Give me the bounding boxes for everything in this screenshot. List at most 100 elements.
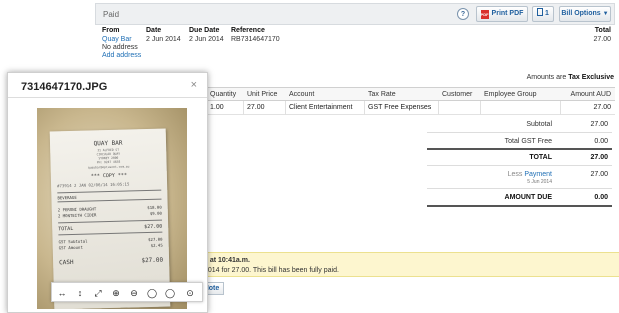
gst-value: 0.00 bbox=[594, 138, 608, 145]
zoom-out-icon[interactable]: ⊖ bbox=[126, 286, 142, 300]
app-root: Paid ? PDF Print PDF 1 Bill Options ▼ From… bbox=[0, 0, 619, 313]
image-toolbar: ↔ ↕ ⤢ ⊕ ⊖ ◯ ◯ ⊙ bbox=[51, 282, 203, 302]
grand-total-value: 27.00 bbox=[590, 154, 608, 161]
totals-divider bbox=[427, 165, 612, 166]
col-employee-group: Employee Group bbox=[484, 91, 537, 98]
subtotal-value: 27.00 bbox=[590, 121, 608, 128]
rotate-right-icon[interactable]: ◯ bbox=[162, 286, 178, 300]
receipt-gst-sub: $27.00 bbox=[148, 236, 163, 243]
notice-line-1: 4 at 10:41a.m. bbox=[204, 257, 250, 264]
date-label: Date bbox=[146, 27, 162, 34]
reference-label: Reference bbox=[231, 27, 265, 34]
receipt-total: $27.00 bbox=[144, 223, 163, 231]
amount-due-value: 0.00 bbox=[594, 194, 608, 201]
tax-mode-note: Amounts are Tax Exclusive bbox=[527, 74, 614, 81]
help-icon[interactable]: ? bbox=[457, 8, 469, 20]
due-date-value: 2 Jun 2014 bbox=[189, 36, 224, 43]
receipt-gst-amt-label: GST Amount bbox=[58, 244, 83, 251]
pdf-icon: PDF bbox=[480, 10, 489, 19]
row-unit-price: 27.00 bbox=[247, 104, 265, 111]
from-contact-link[interactable]: Quay Bar bbox=[102, 36, 132, 43]
grand-total-label: TOTAL bbox=[529, 154, 552, 161]
receipt-rule bbox=[57, 189, 162, 194]
receipt-gst-sub-label: GST Subtotal bbox=[58, 238, 88, 245]
print-pdf-label: Print PDF bbox=[491, 10, 524, 17]
col-tax-rate: Tax Rate bbox=[368, 91, 396, 98]
receipt-txn: #73914 2 JAN 02/06/14 16:05:15 bbox=[57, 181, 130, 189]
cell-divider bbox=[480, 101, 481, 115]
col-account: Account bbox=[289, 91, 315, 98]
gst-label: Total GST Free bbox=[504, 138, 552, 145]
receipt-cash: $27.00 bbox=[141, 256, 164, 265]
bill-header-bar: Paid ? PDF Print PDF 1 Bill Options ▼ bbox=[95, 3, 615, 25]
totals-divider bbox=[427, 132, 612, 133]
totals-divider bbox=[427, 188, 612, 189]
receipt-item1-price: $18.00 bbox=[147, 204, 162, 211]
add-address-link[interactable]: Add address bbox=[102, 52, 141, 59]
bill-options-label: Bill Options bbox=[561, 10, 601, 17]
viewer-divider bbox=[8, 97, 207, 98]
payment-line: Less Payment bbox=[452, 171, 552, 178]
receipt-gst-amt: $2.45 bbox=[150, 242, 163, 248]
col-customer: Customer bbox=[442, 91, 473, 98]
date-value: 2 Jun 2014 bbox=[146, 36, 181, 43]
attachment-icon bbox=[537, 8, 544, 16]
receipt-copy: *** COPY *** bbox=[90, 172, 128, 180]
totals-divider bbox=[427, 148, 612, 150]
print-pdf-button[interactable]: PDF Print PDF bbox=[476, 6, 528, 22]
col-quantity: Quantity bbox=[210, 91, 237, 98]
row-account: Client Entertainment bbox=[289, 104, 353, 111]
payment-notice: 4 at 10:41a.m. 2014 for 27.00. This bill… bbox=[200, 252, 619, 277]
payment-date: 5 Jun 2014 bbox=[527, 179, 552, 185]
notice-line-2: 2014 for 27.00. This bill has been fully… bbox=[204, 267, 339, 274]
due-date-label: Due Date bbox=[189, 27, 220, 34]
rotate-left-icon[interactable]: ◯ bbox=[144, 286, 160, 300]
table-row[interactable]: 1.00 27.00 Client Entertainment GST Free… bbox=[205, 101, 615, 115]
totals-divider bbox=[427, 205, 612, 207]
reset-icon[interactable]: ⊙ bbox=[182, 286, 198, 300]
total-label: Total bbox=[594, 27, 611, 34]
row-tax-rate: GST Free Expenses bbox=[368, 104, 432, 111]
attachments-count: 1 bbox=[545, 10, 549, 17]
tax-mode-prefix: Amounts are bbox=[526, 74, 567, 81]
row-amount: 27.00 bbox=[593, 104, 611, 111]
payment-link[interactable]: Payment bbox=[524, 171, 552, 178]
amount-due-label: AMOUNT DUE bbox=[504, 194, 552, 201]
chevron-down-icon: ▼ bbox=[602, 11, 609, 17]
less-label: Less bbox=[507, 171, 523, 178]
attachment-viewer: 7314647170.JPG × QUAY BAR 31 ALFRED ST C… bbox=[7, 72, 208, 313]
close-icon[interactable]: × bbox=[191, 79, 197, 91]
bill-options-button[interactable]: Bill Options ▼ bbox=[559, 6, 611, 22]
line-items-header: Quantity Unit Price Account Tax Rate Cus… bbox=[205, 87, 615, 101]
fit-height-icon[interactable]: ↕ bbox=[72, 286, 88, 300]
receipt-rule bbox=[58, 219, 163, 224]
receipt-item2-price: $9.00 bbox=[149, 210, 162, 216]
viewer-filename: 7314647170.JPG bbox=[21, 81, 108, 93]
cell-divider bbox=[243, 101, 244, 115]
reference-value: RB7314647170 bbox=[231, 36, 280, 43]
receipt-item2: 2 MONTEITH CIDER bbox=[57, 212, 97, 219]
bill-status: Paid bbox=[103, 10, 120, 19]
col-unit-price: Unit Price bbox=[247, 91, 278, 98]
receipt-section: BEVERAGE bbox=[57, 194, 77, 201]
cell-divider bbox=[364, 101, 365, 115]
receipt-cash-label: CASH bbox=[59, 258, 74, 267]
receipt-rule bbox=[58, 231, 163, 236]
cell-divider bbox=[285, 101, 286, 115]
from-address: No address bbox=[102, 44, 138, 51]
payment-value: 27.00 bbox=[590, 171, 608, 178]
from-label: From bbox=[102, 27, 120, 34]
cell-divider bbox=[560, 101, 561, 115]
expand-icon[interactable]: ⤢ bbox=[90, 286, 106, 300]
row-quantity: 1.00 bbox=[210, 104, 224, 111]
tax-mode-value: Tax Exclusive bbox=[568, 74, 614, 81]
attachments-button[interactable]: 1 bbox=[532, 6, 554, 22]
col-amount: Amount AUD bbox=[570, 91, 611, 98]
fit-width-icon[interactable]: ↔ bbox=[54, 286, 70, 300]
receipt-photo: QUAY BAR 31 ALFRED ST CIRCULAR QUAY SYDN… bbox=[37, 108, 187, 309]
cell-divider bbox=[438, 101, 439, 115]
receipt-total-label: TOTAL bbox=[58, 225, 74, 233]
total-value: 27.00 bbox=[593, 36, 611, 43]
zoom-in-icon[interactable]: ⊕ bbox=[108, 286, 124, 300]
subtotal-label: Subtotal bbox=[526, 121, 552, 128]
